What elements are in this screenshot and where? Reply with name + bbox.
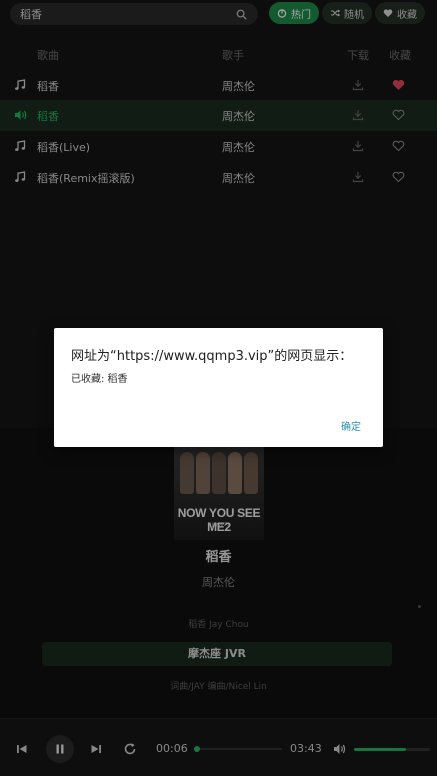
dialog-message: 已收藏: 稻香 bbox=[71, 374, 128, 385]
dialog-title: 网址为“https://www.qqmp3.vip”的网页显示： bbox=[71, 349, 353, 364]
dialog-ok-button[interactable]: 确定 bbox=[341, 418, 361, 433]
alert-dialog: 网址为“https://www.qqmp3.vip”的网页显示： 已收藏: 稻香… bbox=[54, 328, 383, 447]
